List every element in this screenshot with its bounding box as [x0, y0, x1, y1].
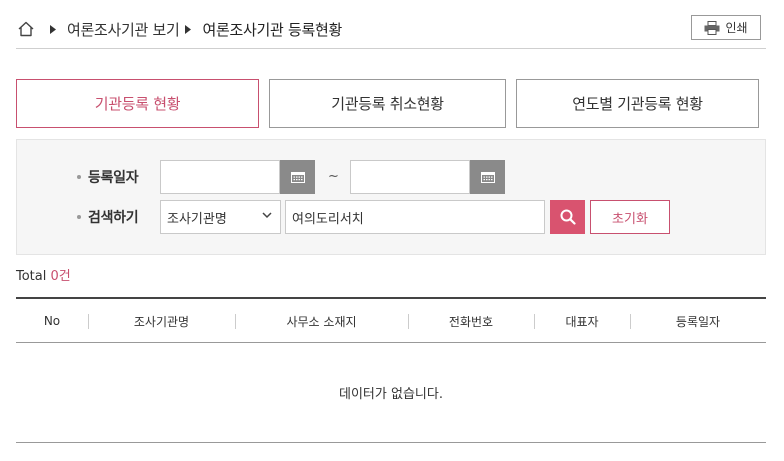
empty-message: 데이터가 없습니다.: [16, 343, 766, 443]
divider: [16, 48, 766, 49]
search-type-value: 조사기관명: [167, 211, 227, 227]
print-label: 인쇄: [725, 21, 748, 35]
calendar-icon: [290, 172, 305, 183]
breadcrumb-item-current: 여론조사기관 등록현황: [202, 20, 342, 39]
column-no: No: [43, 314, 61, 328]
search-input[interactable]: [285, 200, 545, 234]
breadcrumb: 여론조사기관 보기 여론조사기관 등록현황: [16, 14, 342, 44]
bullet-icon: [77, 175, 81, 179]
tab-registration-status[interactable]: 기관등록 현황: [16, 79, 259, 128]
date-to-input[interactable]: [350, 160, 470, 194]
tab-yearly-status[interactable]: 연도별 기관등록 현황: [516, 79, 759, 128]
bullet-icon: [77, 215, 81, 219]
tab-cancellation-status[interactable]: 기관등록 취소현황: [269, 79, 506, 128]
calendar-from-button[interactable]: [280, 160, 315, 194]
results-table: No 조사기관명 사무소 소재지 전화번호 대표자 등록일자 데이터가 없습니다…: [16, 297, 766, 443]
printer-icon: [704, 20, 720, 35]
date-from-input[interactable]: [160, 160, 280, 194]
column-representative: 대표자: [565, 314, 599, 329]
search-panel: 등록일자 ~ 검색하기 조사기관명 초기화: [16, 139, 766, 255]
keyword-label: 검색하기: [77, 200, 139, 234]
search-icon: [560, 209, 576, 225]
chevron-right-icon: [48, 24, 58, 34]
reset-button[interactable]: 초기화: [590, 200, 670, 234]
print-button[interactable]: 인쇄: [691, 15, 761, 40]
total-count: Total 0건: [16, 269, 71, 284]
table-header: No 조사기관명 사무소 소재지 전화번호 대표자 등록일자: [16, 297, 766, 343]
chevron-down-icon: [262, 212, 272, 219]
search-type-select[interactable]: 조사기관명: [160, 200, 281, 234]
column-agency-name: 조사기관명: [133, 314, 190, 329]
home-icon[interactable]: [16, 19, 36, 39]
date-label: 등록일자: [77, 160, 139, 194]
tab-bar: 기관등록 현황 기관등록 취소현황 연도별 기관등록 현황: [16, 79, 759, 128]
breadcrumb-item-view[interactable]: 여론조사기관 보기: [67, 19, 180, 40]
date-separator: ~: [328, 169, 339, 184]
column-office-location: 사무소 소재지: [286, 314, 357, 329]
column-phone: 전화번호: [448, 314, 494, 329]
search-button[interactable]: [550, 200, 585, 234]
calendar-to-button[interactable]: [470, 160, 505, 194]
column-registration-date: 등록일자: [675, 314, 721, 329]
chevron-right-icon: [183, 24, 193, 34]
calendar-icon: [480, 172, 495, 183]
